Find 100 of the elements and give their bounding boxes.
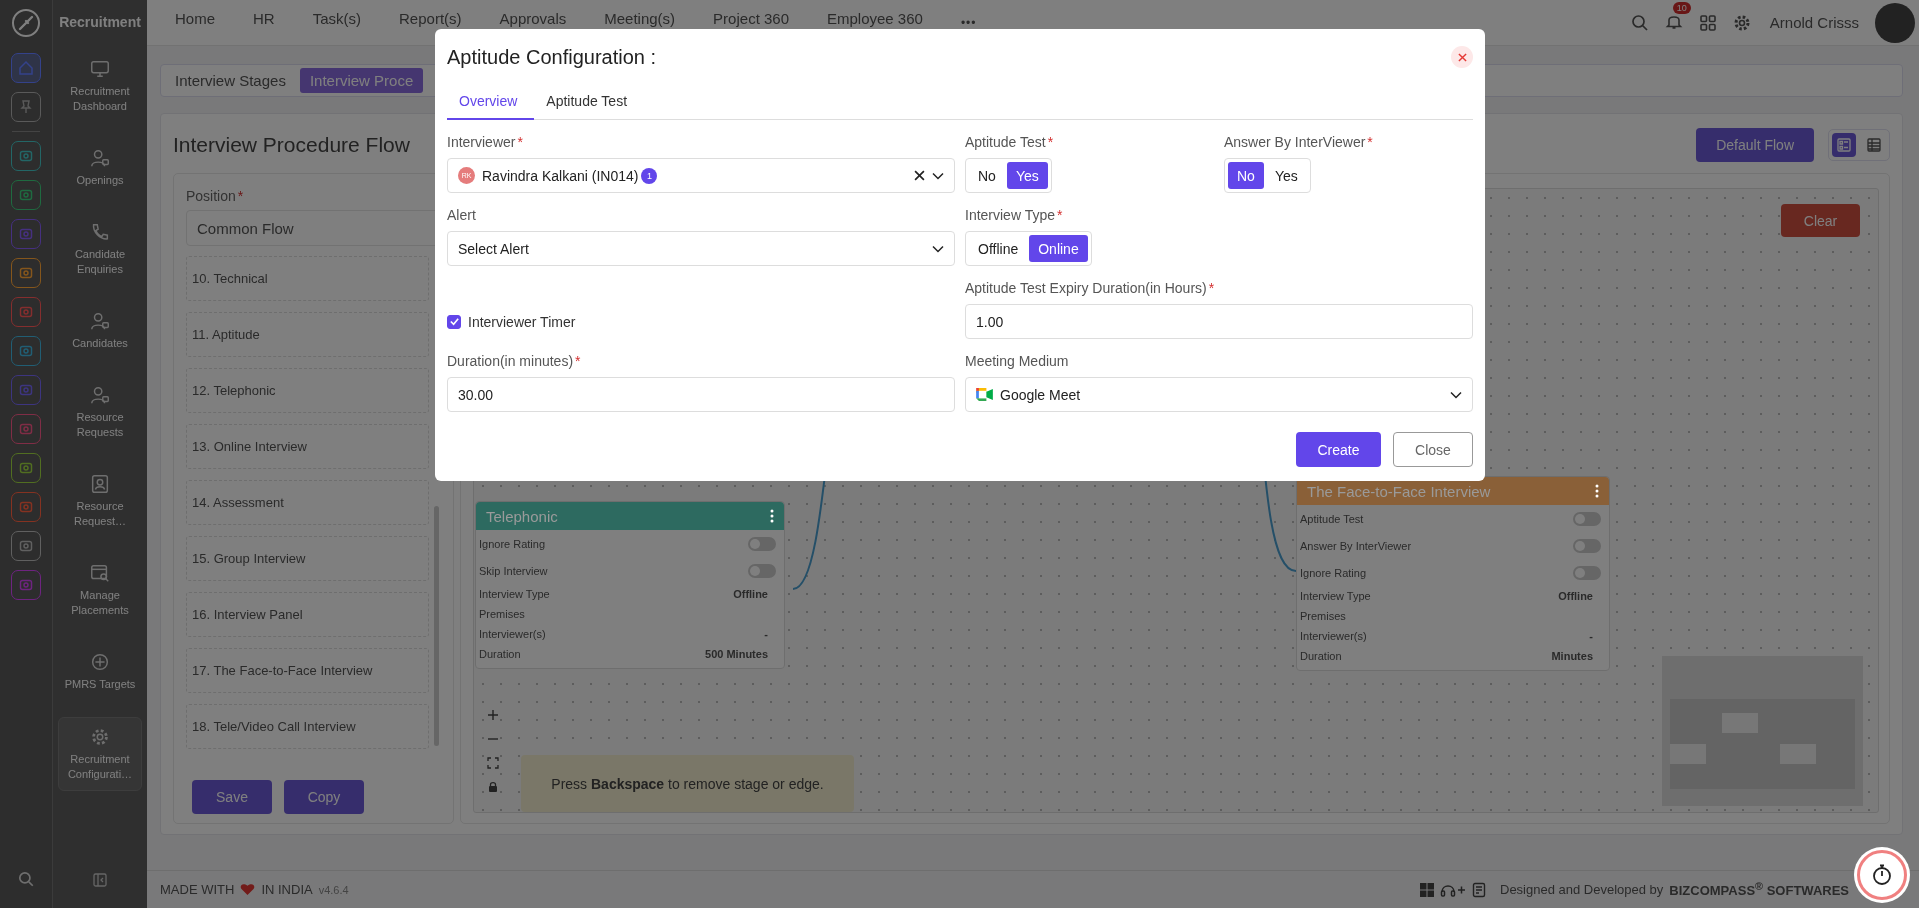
apps-grid-icon[interactable]: [1697, 12, 1718, 33]
sidebar-item[interactable]: Manage Placements: [58, 554, 142, 626]
modal-tab[interactable]: Overview: [447, 83, 535, 120]
meeting-medium-select[interactable]: Google Meet: [965, 377, 1473, 412]
sidebar-item[interactable]: Recruitment Configurati…: [58, 717, 142, 791]
user-name[interactable]: Arnold Crisss: [1769, 14, 1859, 31]
field-label: Aptitude Test: [965, 134, 1046, 150]
stage-item[interactable]: 16. Interview Panel: [186, 592, 429, 637]
card-view-button[interactable]: [1832, 133, 1856, 157]
fit-view-icon[interactable]: [487, 757, 499, 769]
segment-option[interactable]: Yes: [1006, 162, 1048, 189]
stage-item[interactable]: 13. Online Interview: [186, 424, 429, 469]
alert-select[interactable]: Select Alert: [447, 231, 955, 266]
close-button[interactable]: [1451, 46, 1473, 68]
sidebar-label: Recruitment Configurati…: [66, 752, 134, 782]
sidebar-item[interactable]: Candidates: [58, 302, 142, 359]
module-button[interactable]: [11, 453, 41, 483]
selected-value: Google Meet: [1000, 386, 1081, 403]
sidebar-item[interactable]: Resource Request…: [58, 465, 142, 537]
field-label: Interviewer(s): [1300, 630, 1367, 642]
copy-button[interactable]: Copy: [284, 780, 364, 814]
page-tab[interactable]: Interview Stages: [165, 68, 296, 93]
kebab-menu-icon[interactable]: [1595, 484, 1599, 498]
segment-option[interactable]: Online: [1029, 235, 1088, 262]
module-button[interactable]: [11, 297, 41, 327]
clear-icon[interactable]: [914, 170, 925, 181]
search-icon[interactable]: [17, 870, 35, 888]
segment-option[interactable]: No: [969, 162, 1005, 189]
stage-item[interactable]: 15. Group Interview: [186, 536, 429, 581]
toggle-switch[interactable]: [748, 536, 776, 551]
windows-icon[interactable]: [1420, 882, 1434, 897]
module-button[interactable]: [11, 53, 41, 83]
scrollbar[interactable]: [434, 506, 439, 746]
checkbox-label[interactable]: Interviewer Timer: [468, 313, 576, 330]
hint-text: Press Backspace to remove stage or edge.: [551, 775, 824, 792]
nav-link[interactable]: Task(s): [312, 10, 362, 35]
stage-item[interactable]: 14. Assessment: [186, 480, 429, 525]
module-button[interactable]: [11, 531, 41, 561]
save-button[interactable]: Save: [192, 780, 272, 814]
stage-item[interactable]: 18. Tele/Video Call Interview: [186, 704, 429, 749]
module-button[interactable]: [11, 570, 41, 600]
field-value: Minutes: [1551, 650, 1593, 662]
kebab-menu-icon[interactable]: [770, 509, 774, 523]
field-label: Interview Type: [1300, 590, 1371, 602]
chevron-down-icon[interactable]: [932, 171, 944, 180]
module-button[interactable]: [11, 258, 41, 288]
required-mark: *: [1208, 280, 1215, 296]
toggle-switch[interactable]: [748, 563, 776, 578]
more-link[interactable]: •••: [960, 15, 977, 30]
lock-icon[interactable]: [487, 781, 499, 793]
module-icon: [18, 343, 34, 359]
segment-option[interactable]: Yes: [1265, 162, 1307, 189]
toggle-label: Ignore Rating: [479, 537, 546, 550]
module-button[interactable]: [11, 141, 41, 171]
timer-button[interactable]: [1857, 850, 1907, 900]
zoom-in-icon[interactable]: [487, 709, 499, 721]
create-button[interactable]: Create: [1296, 432, 1381, 467]
expiry-input[interactable]: 1.00: [965, 304, 1473, 339]
chevron-down-icon[interactable]: [932, 244, 944, 253]
stage-item[interactable]: 10. Technical: [186, 256, 429, 301]
document-icon[interactable]: [1472, 881, 1486, 898]
module-button[interactable]: [11, 336, 41, 366]
stopwatch-icon: [1870, 863, 1894, 887]
stage-item[interactable]: 17. The Face-to-Face Interview: [186, 648, 429, 693]
nav-link[interactable]: HR: [253, 10, 275, 35]
nav-link[interactable]: Report(s): [399, 10, 462, 35]
clear-button[interactable]: Clear: [1781, 204, 1860, 237]
stage-node[interactable]: The Face-to-Face Interview Aptitude Test Answer By InterViewer Ignore Rating Interview Type Offline Premises Interviewer(s) - Duration Minutes: [1296, 476, 1610, 671]
sidebar-item[interactable]: Resource Requests: [58, 376, 142, 448]
toggle-switch[interactable]: [1573, 511, 1601, 526]
user-avatar[interactable]: [1875, 2, 1915, 43]
duration-input[interactable]: 30.00: [447, 377, 955, 412]
nav-link[interactable]: Home: [175, 10, 215, 35]
page-tab[interactable]: Interview Proce: [299, 68, 424, 93]
module-button[interactable]: [11, 92, 41, 122]
segment-option[interactable]: No: [1228, 162, 1264, 189]
sidebar-item[interactable]: PMRS Targets: [58, 643, 142, 700]
stage-node[interactable]: Telephonic Ignore Rating Skip Interview Interview Type Offline Premises Interviewer(s) - Duration 500 Minutes: [475, 501, 785, 669]
modal-tab[interactable]: Aptitude Test: [534, 83, 645, 120]
module-icon: [18, 382, 34, 398]
toggle-switch[interactable]: [1573, 538, 1601, 553]
module-icon: [18, 304, 34, 320]
segment-option[interactable]: Offline: [969, 235, 1028, 262]
sidebar-item[interactable]: Candidate Enquiries: [58, 213, 142, 285]
close-button[interactable]: Close: [1393, 432, 1473, 467]
search-icon[interactable]: [1629, 12, 1650, 33]
collapse-icon[interactable]: [92, 872, 108, 888]
module-button[interactable]: [11, 414, 41, 444]
checkbox[interactable]: [447, 314, 461, 329]
toggle-switch[interactable]: [1573, 565, 1601, 580]
module-icon: [18, 499, 34, 515]
stage-item[interactable]: 11. Aptitude: [186, 312, 429, 357]
sidebar-item[interactable]: Recruitment Dashboard: [58, 50, 142, 122]
count-badge: 1: [641, 167, 658, 184]
chevron-down-icon[interactable]: [1450, 390, 1462, 399]
module-button[interactable]: [11, 492, 41, 522]
stage-item[interactable]: 12. Telephonic: [186, 368, 429, 413]
module-button[interactable]: [11, 180, 41, 210]
default-flow-button[interactable]: Default Flow: [1696, 128, 1814, 162]
sidebar-item[interactable]: Openings: [58, 139, 142, 196]
